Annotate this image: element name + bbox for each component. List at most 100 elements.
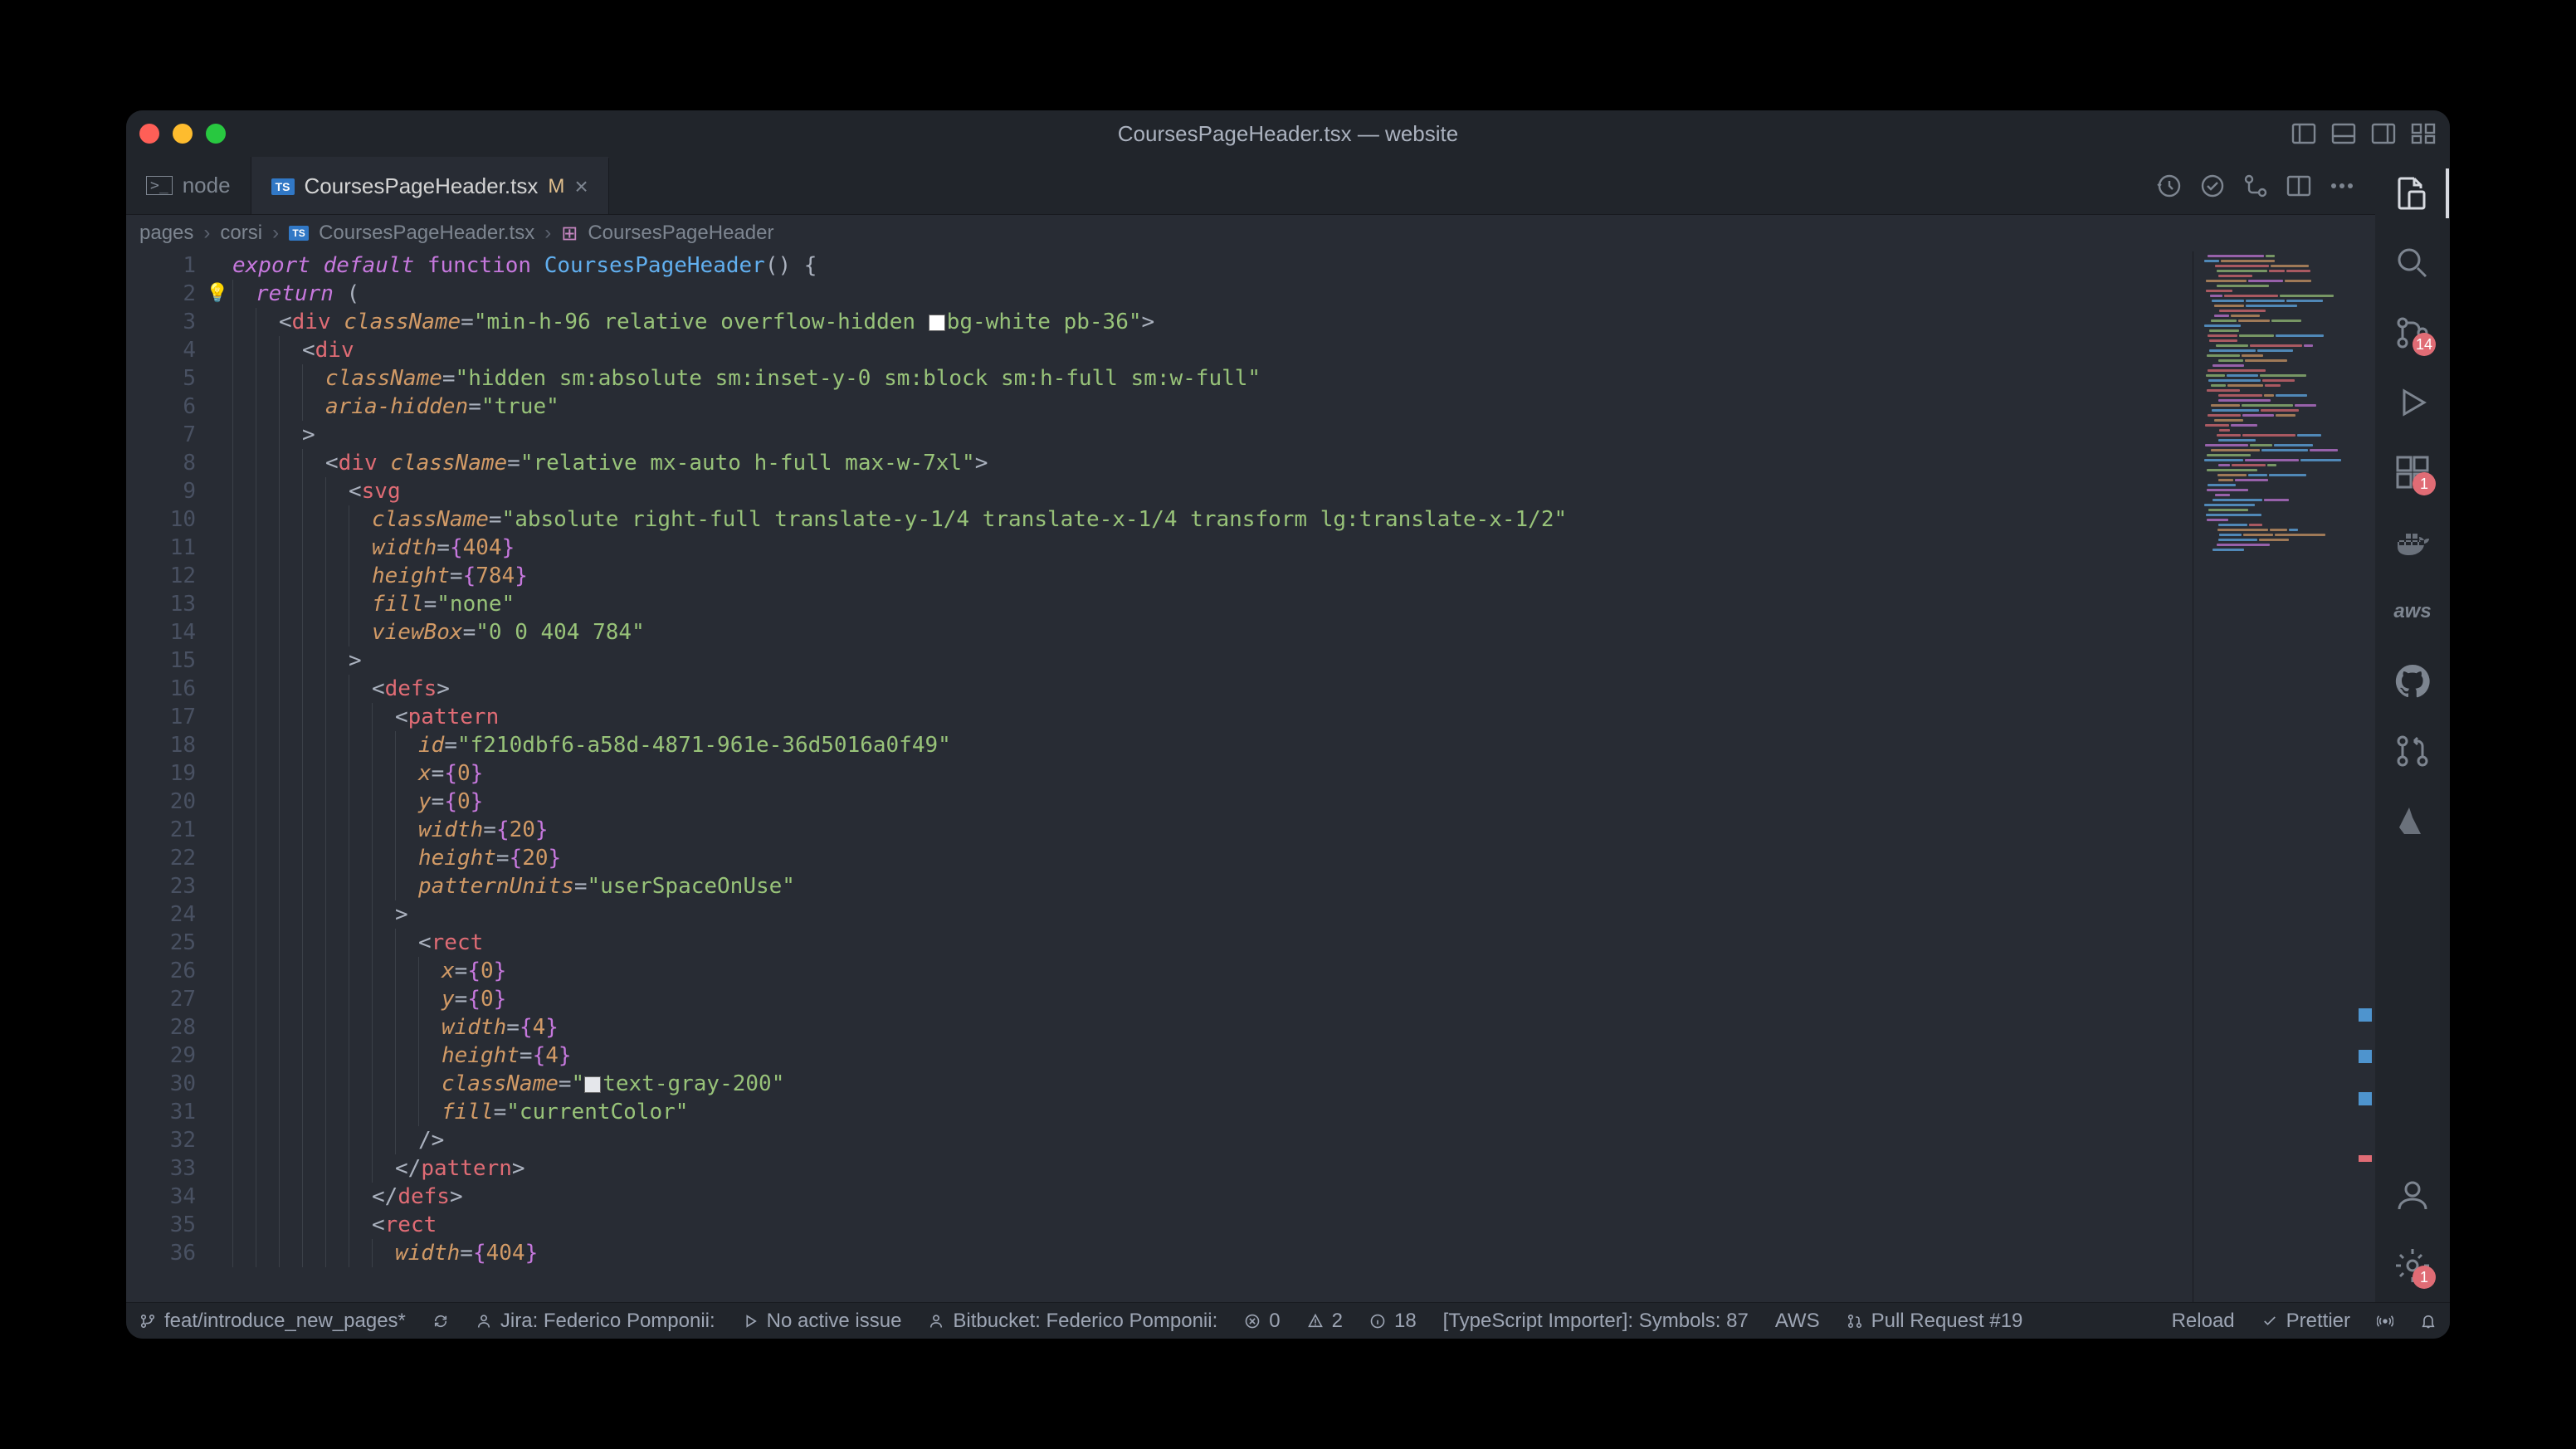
activity-pull-requests-icon[interactable] [2393, 731, 2432, 771]
tab-node[interactable]: >_ node [126, 157, 251, 214]
minimize-window-button[interactable] [173, 124, 193, 144]
line-number: 16 [126, 675, 196, 703]
code-line[interactable]: <rect [232, 1211, 2193, 1239]
status-check[interactable]: Prettier [2261, 1310, 2350, 1333]
code-line[interactable]: width={404} [232, 1239, 2193, 1267]
code-line[interactable]: patternUnits="userSpaceOnUse" [232, 872, 2193, 900]
status-sync[interactable] [432, 1313, 449, 1329]
code-line[interactable]: y={0} [232, 985, 2193, 1013]
code-line[interactable]: > [232, 646, 2193, 675]
customize-layout-icon[interactable] [2410, 120, 2437, 147]
status-reload[interactable]: Reload [2172, 1310, 2235, 1333]
activity-account-icon[interactable] [2393, 1176, 2432, 1216]
status-text: Jira: Federico Pomponii: [500, 1310, 715, 1333]
status-person[interactable]: Bitbucket: Federico Pomponii: [928, 1310, 1217, 1333]
line-number: 13 [126, 590, 196, 618]
code-line[interactable]: <svg [232, 477, 2193, 505]
breadcrumb-item[interactable]: corsi [220, 222, 262, 245]
status-bell[interactable] [2420, 1313, 2437, 1329]
minimap[interactable] [2193, 251, 2375, 1302]
more-actions-icon[interactable] [2329, 173, 2355, 199]
status-error[interactable]: 0 [1244, 1310, 1280, 1333]
activity-atlassian-icon[interactable] [2393, 801, 2432, 841]
compare-icon[interactable] [2242, 173, 2269, 199]
split-editor-icon[interactable] [2286, 173, 2312, 199]
code-line[interactable]: className="text-gray-200" [232, 1070, 2193, 1098]
scroll-marker [2359, 1092, 2372, 1105]
activity-settings-icon[interactable]: 1 [2393, 1246, 2432, 1286]
status-person[interactable]: Jira: Federico Pomponii: [476, 1310, 715, 1333]
code-line[interactable]: </pattern> [232, 1154, 2193, 1183]
activity-github-icon[interactable] [2393, 661, 2432, 701]
close-tab-icon[interactable]: × [574, 173, 588, 200]
close-window-button[interactable] [139, 124, 159, 144]
function-icon: ⊞ [561, 222, 578, 246]
activity-aws-icon[interactable]: aws [2393, 592, 2432, 632]
lightbulb-icon[interactable]: 💡 [206, 280, 228, 308]
code-line[interactable]: > [232, 900, 2193, 929]
check-icon[interactable] [2199, 173, 2226, 199]
status-git-branch[interactable]: feat/introduce_new_pages* [139, 1310, 406, 1333]
code-line[interactable]: viewBox="0 0 404 784" [232, 618, 2193, 646]
breadcrumb-item[interactable]: CoursesPageHeader.tsx [319, 222, 534, 245]
code-line[interactable]: width={20} [232, 816, 2193, 844]
code-line[interactable]: height={784} [232, 562, 2193, 590]
toggle-panel-right-icon[interactable] [2370, 120, 2397, 147]
status-pr[interactable]: Pull Request #19 [1847, 1310, 2023, 1333]
code-line[interactable]: <div className="min-h-96 relative overfl… [232, 308, 2193, 336]
status--typescript-[interactable]: [TypeScript Importer]: Symbols: 87 [1443, 1310, 1749, 1333]
code-line[interactable]: x={0} [232, 957, 2193, 985]
code-line[interactable]: fill="currentColor" [232, 1098, 2193, 1126]
broadcast-icon [2377, 1313, 2393, 1329]
breadcrumb-item[interactable]: pages [139, 222, 193, 245]
code-line[interactable]: id="f210dbf6-a58d-4871-961e-36d5016a0f49… [232, 731, 2193, 759]
status-warning[interactable]: 2 [1307, 1310, 1343, 1333]
code-line[interactable]: export default function CoursesPageHeade… [232, 251, 2193, 280]
activity-explorer-icon[interactable] [2393, 173, 2432, 213]
line-number: 8 [126, 449, 196, 477]
code-line[interactable]: </defs> [232, 1183, 2193, 1211]
status-text: Reload [2172, 1310, 2235, 1333]
code-line[interactable]: className="absolute right-full translate… [232, 505, 2193, 534]
code-line[interactable]: aria-hidden="true" [232, 393, 2193, 421]
code-line[interactable]: <div className="relative mx-auto h-full … [232, 449, 2193, 477]
activity-search-icon[interactable] [2393, 243, 2432, 283]
line-number: 15 [126, 646, 196, 675]
overview-ruler[interactable] [2352, 251, 2375, 1302]
code-line[interactable]: width={404} [232, 534, 2193, 562]
code-line[interactable]: x={0} [232, 759, 2193, 788]
code-line[interactable]: 💡return ( [232, 280, 2193, 308]
status-text: 0 [1269, 1310, 1280, 1333]
activity-docker-icon[interactable] [2393, 522, 2432, 562]
editor-body[interactable]: 1234567891011121314151617181920212223242… [126, 251, 2375, 1302]
code-area[interactable]: export default function CoursesPageHeade… [226, 251, 2193, 1302]
status-info[interactable]: 18 [1369, 1310, 1417, 1333]
code-line[interactable]: fill="none" [232, 590, 2193, 618]
status-aws[interactable]: AWS [1775, 1310, 1820, 1333]
code-line[interactable]: width={4} [232, 1013, 2193, 1042]
status-broadcast[interactable] [2377, 1313, 2393, 1329]
history-icon[interactable] [2156, 173, 2183, 199]
code-line[interactable]: className="hidden sm:absolute sm:inset-y… [232, 364, 2193, 393]
code-line[interactable]: height={20} [232, 844, 2193, 872]
code-line[interactable]: <div [232, 336, 2193, 364]
line-number: 10 [126, 505, 196, 534]
toggle-panel-left-icon[interactable] [2291, 120, 2317, 147]
activity-run-debug-icon[interactable] [2393, 383, 2432, 422]
maximize-window-button[interactable] [206, 124, 226, 144]
status-play[interactable]: No active issue [742, 1310, 902, 1333]
tab-courses-page-header[interactable]: TS CoursesPageHeader.tsx M × [251, 157, 609, 214]
breadcrumb[interactable]: pages › corsi › TS CoursesPageHeader.tsx… [126, 215, 2375, 251]
code-line[interactable]: <defs> [232, 675, 2193, 703]
status-text: No active issue [767, 1310, 902, 1333]
code-line[interactable]: > [232, 421, 2193, 449]
code-line[interactable]: height={4} [232, 1042, 2193, 1070]
code-line[interactable]: /> [232, 1126, 2193, 1154]
breadcrumb-item[interactable]: CoursesPageHeader [588, 222, 773, 245]
code-line[interactable]: <rect [232, 929, 2193, 957]
code-line[interactable]: y={0} [232, 788, 2193, 816]
activity-extensions-icon[interactable]: 1 [2393, 452, 2432, 492]
code-line[interactable]: <pattern [232, 703, 2193, 731]
activity-source-control-icon[interactable]: 14 [2393, 313, 2432, 353]
toggle-panel-bottom-icon[interactable] [2330, 120, 2357, 147]
